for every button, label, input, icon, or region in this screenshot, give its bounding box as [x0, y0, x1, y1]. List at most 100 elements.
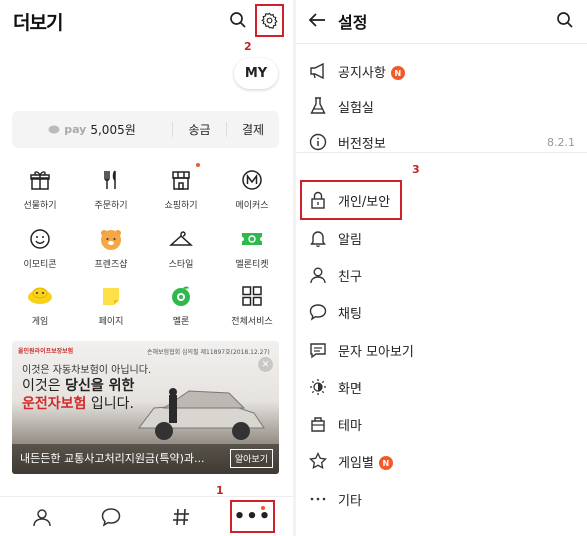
fork-knife-icon — [98, 167, 124, 193]
divider — [296, 43, 587, 44]
lock-icon — [308, 190, 328, 210]
grid-label: 선물하기 — [23, 201, 57, 211]
ad-caption: 내든든한 교통사고처리지원금(특약)과... — [20, 452, 205, 465]
grid-item-gift[interactable]: 선물하기 — [10, 167, 70, 215]
settings-item-chat[interactable]: 채팅 — [296, 298, 587, 326]
divider — [296, 152, 587, 153]
settings-item-alarm[interactable]: 알림 — [296, 224, 587, 252]
pay-amount: 5,005원 — [90, 123, 136, 137]
ad-brand: 올인원라이프보장보험 — [18, 348, 74, 355]
grid-item-order[interactable]: 주문하기 — [81, 167, 141, 215]
settings-item-label: 공지사항 — [338, 65, 386, 81]
settings-title: 설정 — [338, 13, 368, 32]
melon-icon — [168, 283, 194, 309]
settings-item-etc[interactable]: 기타 — [296, 485, 587, 513]
chats-tab[interactable] — [91, 497, 131, 536]
store-icon — [168, 167, 194, 193]
payment-button[interactable]: 결제 — [227, 111, 279, 148]
game-icon — [27, 283, 53, 309]
grid-label: 주문하기 — [94, 201, 128, 211]
grid-label: 게임 — [31, 317, 49, 327]
info-icon — [308, 132, 328, 152]
settings-item-label: 실험실 — [338, 100, 374, 116]
settings-item-game[interactable]: 게임별 N — [296, 447, 587, 475]
more-tab[interactable]: ••• — [230, 500, 275, 533]
page-icon — [98, 283, 124, 309]
search-icon[interactable] — [226, 8, 250, 32]
grid-item-friends-shop[interactable]: 프렌즈샵 — [81, 226, 141, 274]
settings-item-label: 알림 — [338, 232, 362, 248]
settings-item-label: 화면 — [338, 381, 362, 397]
star-icon — [308, 451, 328, 471]
settings-item-label: 기타 — [338, 493, 362, 509]
settings-item-lab[interactable]: 실험실 — [296, 92, 587, 120]
ad-banner[interactable]: 올인원라이프보장보험 손해보험협회 심의필 제11897호(2018.12.27… — [12, 341, 279, 474]
my-button[interactable]: MY — [234, 58, 278, 89]
grid-label: 쇼핑하기 — [164, 201, 198, 211]
ticket-icon — [239, 226, 265, 252]
learn-more-button[interactable]: 알아보기 — [229, 449, 273, 468]
theme-icon — [308, 414, 328, 434]
emoticon-icon — [27, 226, 53, 252]
grid-label: 메이커스 — [235, 201, 269, 211]
friends-tab[interactable] — [22, 497, 62, 536]
grid-item-page[interactable]: 페이지 — [81, 283, 141, 331]
pay-balance[interactable]: pay 5,005원 — [12, 111, 172, 148]
settings-item-label: 버전정보 — [338, 136, 386, 152]
car-illustration — [138, 388, 265, 440]
close-icon[interactable]: ✕ — [258, 357, 273, 372]
hashtag-icon — [173, 508, 189, 526]
more-dots-icon: ••• — [233, 506, 272, 527]
settings-item-messages[interactable]: 문자 모아보기 — [296, 336, 587, 364]
settings-item-privacy[interactable]: 개인/보안 — [296, 186, 587, 214]
grid-label: 멜론 — [172, 317, 190, 327]
settings-item-label: 개인/보안 — [338, 194, 391, 210]
grid-label: 전체서비스 — [231, 317, 273, 327]
settings-gear-icon[interactable] — [255, 4, 284, 37]
bell-icon — [308, 228, 328, 248]
pay-chat-icon — [48, 125, 60, 133]
pay-logo: pay — [64, 123, 87, 136]
settings-item-label: 친구 — [338, 269, 362, 285]
grid-item-melon-ticket[interactable]: 멜론티켓 — [222, 226, 282, 274]
grid-item-game[interactable]: 게임 — [10, 283, 70, 331]
message-icon — [308, 340, 328, 360]
settings-item-theme[interactable]: 테마 — [296, 410, 587, 438]
grid-item-all-services[interactable]: 전체서비스 — [222, 283, 282, 331]
more-panel: 더보기 2 MY pay 5,005원 송금 결제 선물하기 주문하기 쇼핑하기… — [0, 0, 293, 536]
dots-icon — [308, 489, 328, 509]
settings-item-friends[interactable]: 친구 — [296, 261, 587, 289]
search-icon[interactable] — [553, 8, 577, 32]
grid-item-style[interactable]: 스타일 — [151, 226, 211, 274]
all-services-icon — [239, 283, 265, 309]
megaphone-icon — [308, 61, 328, 81]
ad-line: 이것은 당신을 위한 — [22, 378, 135, 394]
ad-line: 이것은 자동차보험이 아닙니다. — [22, 365, 152, 376]
back-arrow-icon[interactable] — [306, 8, 328, 32]
chat-bubble-icon — [101, 508, 121, 527]
grid-label: 페이지 — [98, 317, 124, 327]
ad-notice: 손해보험협회 심의필 제11897호(2018.12.27) — [147, 349, 270, 356]
grid-label: 스타일 — [168, 260, 194, 270]
flask-icon — [308, 96, 328, 116]
grid-item-emoticon[interactable]: 이모티콘 — [10, 226, 70, 274]
grid-label: 프렌즈샵 — [94, 260, 128, 270]
new-badge: N — [390, 66, 405, 80]
new-dot-badge — [196, 163, 200, 167]
page-title: 더보기 — [13, 12, 63, 34]
person-icon — [33, 509, 51, 527]
grid-item-makers[interactable]: 메이커스 — [222, 167, 282, 215]
annotation-3: 3 — [412, 163, 420, 176]
ad-line: 운전자보험 입니다. — [22, 396, 134, 412]
settings-item-label: 문자 모아보기 — [338, 344, 414, 360]
send-button[interactable]: 송금 — [173, 111, 226, 148]
grid-item-shopping[interactable]: 쇼핑하기 — [151, 167, 211, 215]
settings-item-label: 채팅 — [338, 306, 362, 322]
hashtag-tab[interactable] — [161, 497, 201, 536]
settings-item-display[interactable]: 화면 — [296, 373, 587, 401]
settings-item-notice[interactable]: 공지사항 N — [296, 57, 587, 85]
grid-item-melon[interactable]: 멜론 — [151, 283, 211, 331]
grid-label: 멜론티켓 — [235, 260, 269, 270]
settings-item-label: 테마 — [338, 418, 362, 434]
brightness-icon — [308, 377, 328, 397]
